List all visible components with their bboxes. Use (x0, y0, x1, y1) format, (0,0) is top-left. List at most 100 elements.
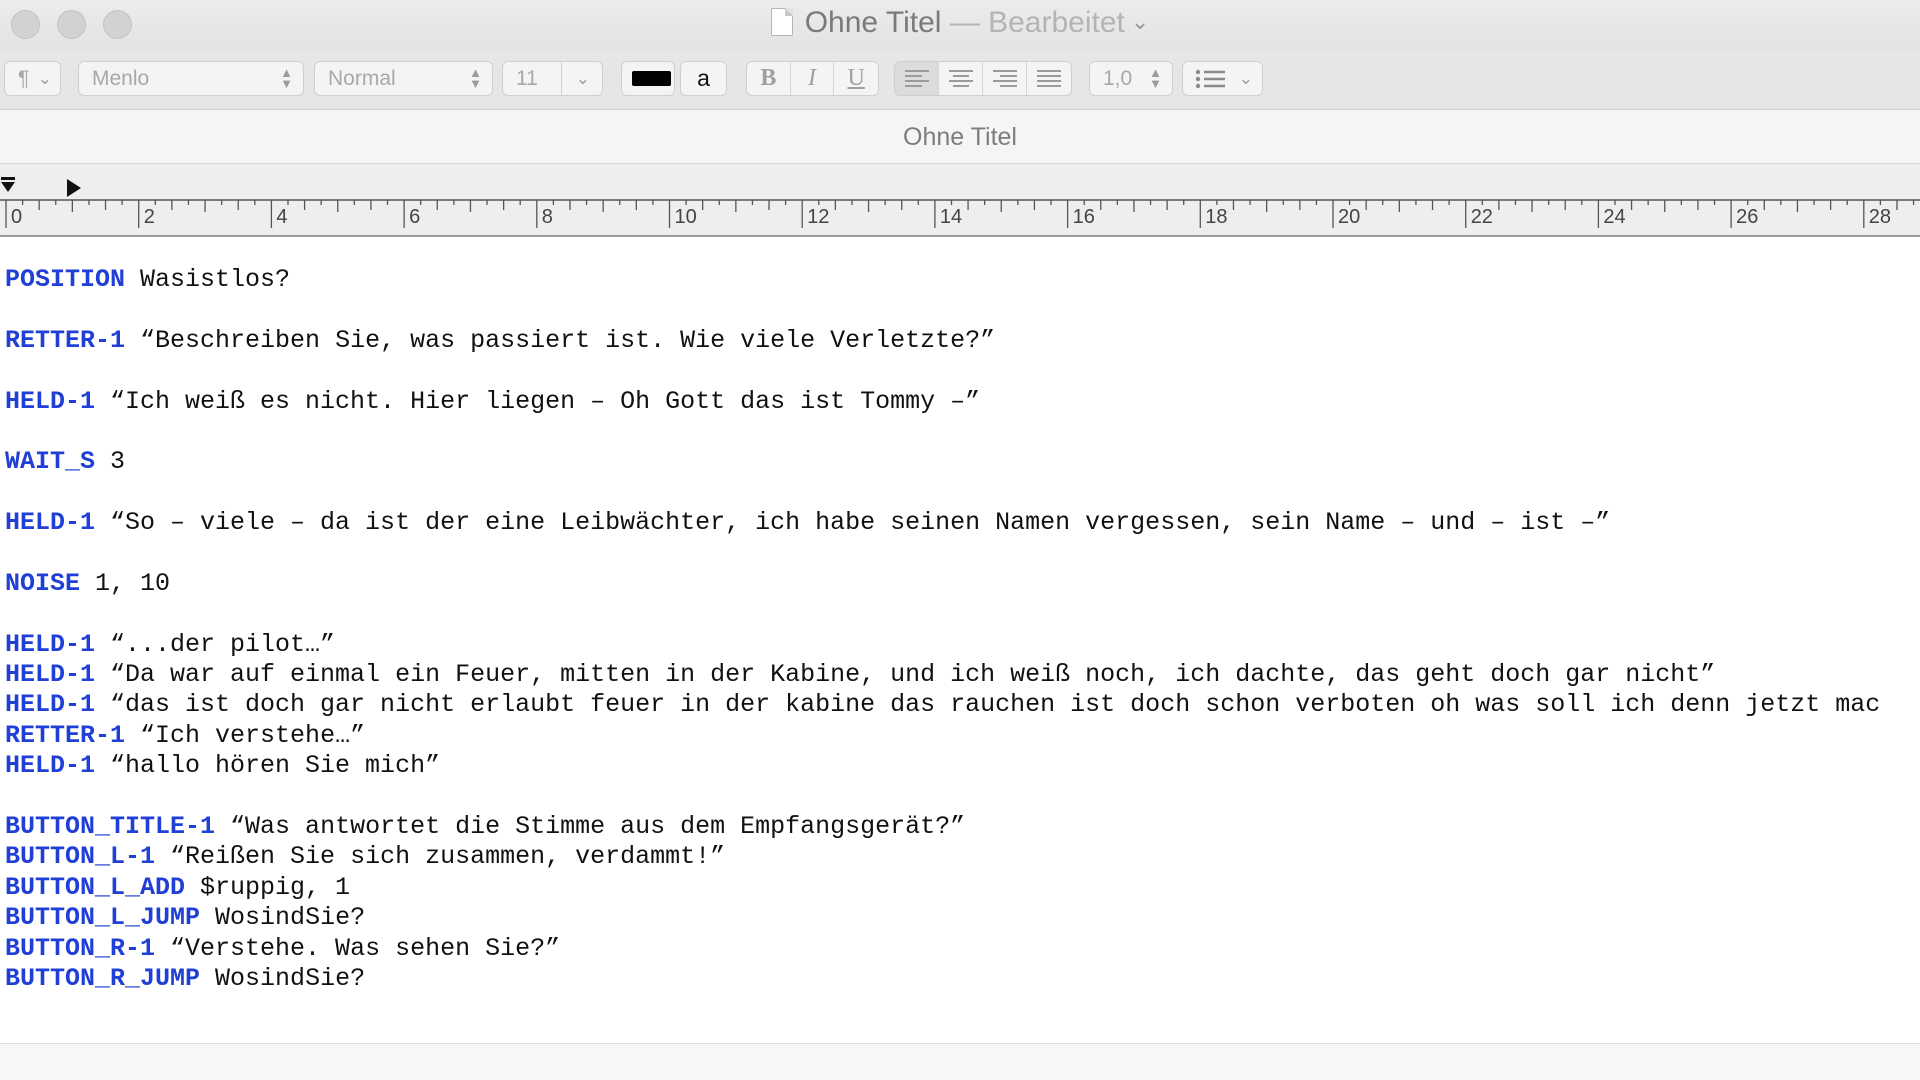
paragraph-style-menu[interactable]: ¶ ⌄ (4, 61, 61, 96)
font-style-value: Normal (328, 67, 396, 90)
align-right-button[interactable] (983, 62, 1027, 95)
justify-button[interactable] (1027, 62, 1071, 95)
text-line[interactable]: HELD-1 “Ich weiß es nicht. Hier liegen –… (5, 387, 1920, 417)
keyword: HELD-1 (5, 629, 96, 659)
line-text: “So – viele – da ist der eine Leibwächte… (95, 508, 1611, 538)
keyword: WAIT_S (5, 447, 96, 477)
text-line[interactable]: BUTTON_TITLE-1 “Was antwortet die Stimme… (5, 812, 1920, 842)
ruler-label: 18 (1205, 206, 1227, 228)
line-text: “Da war auf einmal ein Feuer, mitten in … (95, 660, 1716, 690)
ruler-label: 22 (1471, 206, 1493, 228)
combo-divider (561, 62, 562, 95)
window-title[interactable]: Ohne Titel — Bearbeitet ⌄ (0, 6, 1920, 40)
keyword: HELD-1 (5, 660, 96, 690)
ruler-label: 2 (144, 206, 155, 228)
keyword: POSITION (5, 265, 126, 294)
ruler-label: 0 (11, 206, 22, 228)
text-line[interactable]: BUTTON_L_JUMP WosindSie? (5, 903, 1920, 933)
first-line-indent-marker[interactable] (0, 176, 18, 198)
text-line[interactable] (5, 295, 1920, 325)
text-line[interactable]: HELD-1 “So – viele – da ist der eine Lei… (5, 508, 1920, 538)
window-title-text: Ohne Titel (804, 6, 942, 39)
align-center-button[interactable] (939, 62, 983, 95)
ruler-label: 24 (1603, 206, 1625, 228)
ruler-label: 28 (1869, 206, 1891, 228)
text-line[interactable]: NOISE 1, 10 (5, 569, 1920, 599)
chevron-down-icon: ⌄ (37, 69, 52, 88)
document-header-title: Ohne Titel (903, 123, 1017, 151)
text-line[interactable]: WAIT_S 3 (5, 447, 1920, 477)
text-line[interactable]: HELD-1 “das ist doch gar nicht erlaubt f… (5, 690, 1920, 720)
text-line[interactable]: BUTTON_L-1 “Reißen Sie sich zusammen, ve… (5, 842, 1920, 872)
text-line[interactable] (5, 599, 1920, 629)
text-line[interactable]: HELD-1 “hallo hören Sie mich” (5, 751, 1920, 781)
bold-button[interactable]: B (747, 62, 791, 95)
text-line[interactable]: HELD-1 “...der pilot…” (5, 630, 1920, 660)
window-bottom-bar (0, 1043, 1920, 1080)
text-line[interactable]: RETTER-1 “Ich verstehe…” (5, 721, 1920, 751)
keyword: BUTTON_L-1 (5, 842, 156, 872)
align-center-icon (948, 70, 973, 87)
line-spacing-select[interactable]: 1,0 ▲ ▼ (1089, 61, 1173, 96)
up-down-arrows-icon: ▲ ▼ (469, 65, 482, 91)
text-line[interactable] (5, 539, 1920, 569)
line-text: 1, 10 (80, 568, 171, 598)
ruler-label: 10 (675, 206, 697, 228)
chevron-down-icon: ⌄ (575, 69, 590, 88)
chevron-down-icon: ⌄ (1130, 9, 1150, 34)
keyword: NOISE (5, 568, 81, 598)
ruler-label: 14 (940, 206, 962, 228)
align-right-icon (992, 70, 1017, 87)
line-text: “Beschreiben Sie, was passiert ist. Wie … (125, 325, 996, 355)
edited-status: — Bearbeitet (949, 6, 1125, 39)
keyword: BUTTON_L_JUMP (5, 903, 201, 933)
document-text[interactable]: POSITION Wasistlos? RETTER-1 “Beschreiben… (5, 265, 1920, 994)
up-down-arrows-icon: ▲ ▼ (280, 65, 293, 91)
alignment-segment (894, 61, 1072, 96)
ruler[interactable]: 0 2 4 6 8 10 12 14 16 18 20 22 24 26 28 (0, 164, 1920, 237)
text-line[interactable]: BUTTON_L_ADD $ruppig, 1 (5, 873, 1920, 903)
keyword: RETTER-1 (5, 325, 126, 355)
text-color-well[interactable] (621, 61, 675, 96)
text-line[interactable]: BUTTON_R-1 “Verstehe. Was sehen Sie?” (5, 934, 1920, 964)
line-text: 3 (95, 447, 126, 477)
keyword: RETTER-1 (5, 720, 126, 750)
ruler-label: 6 (409, 206, 420, 228)
text-line[interactable]: RETTER-1 “Beschreiben Sie, was passiert … (5, 326, 1920, 356)
align-left-button[interactable] (895, 62, 939, 95)
line-text: “Verstehe. Was sehen Sie?” (155, 933, 561, 963)
text-line[interactable] (5, 782, 1920, 812)
font-size-value: 11 (516, 67, 538, 90)
text-line[interactable]: BUTTON_R_JUMP WosindSie? (5, 964, 1920, 994)
tab-stop-marker[interactable] (65, 178, 83, 200)
justify-icon (1037, 70, 1061, 87)
highlight-color-well[interactable]: a (680, 61, 727, 96)
ruler-label: 8 (542, 206, 553, 228)
text-style-segment: B I U (746, 61, 879, 96)
keyword: BUTTON_L_ADD (5, 872, 186, 902)
text-line[interactable] (5, 478, 1920, 508)
line-text: WosindSie? (200, 903, 366, 933)
keyword: HELD-1 (5, 690, 96, 720)
text-line[interactable]: POSITION Wasistlos? (5, 265, 1920, 295)
italic-button[interactable]: I (791, 62, 835, 95)
list-style-menu[interactable]: ⌄ (1182, 61, 1263, 96)
text-line[interactable] (5, 417, 1920, 447)
line-text: “Reißen Sie sich zusammen, verdammt!” (155, 842, 726, 872)
underline-button[interactable]: U (834, 62, 878, 95)
keyword: HELD-1 (5, 386, 96, 416)
text-line[interactable] (5, 356, 1920, 386)
font-style-select[interactable]: Normal ▲ ▼ (314, 61, 493, 96)
keyword: BUTTON_R_JUMP (5, 963, 201, 993)
font-size-combo[interactable]: 11 ⌄ (502, 61, 603, 96)
keyword: HELD-1 (5, 751, 96, 781)
ruler-label: 20 (1338, 206, 1360, 228)
font-family-select[interactable]: Menlo ▲ ▼ (78, 61, 304, 96)
text-line[interactable]: HELD-1 “Da war auf einmal ein Feuer, mit… (5, 660, 1920, 690)
keyword: BUTTON_R-1 (5, 933, 156, 963)
text-editor[interactable]: POSITION Wasistlos? RETTER-1 “Beschreiben… (0, 237, 1920, 1043)
line-text: “das ist doch gar nicht erlaubt feuer in… (95, 690, 1881, 720)
line-text: “Ich weiß es nicht. Hier liegen – Oh Got… (95, 386, 981, 416)
align-left-icon (904, 70, 929, 87)
keyword: BUTTON_TITLE-1 (5, 812, 216, 842)
